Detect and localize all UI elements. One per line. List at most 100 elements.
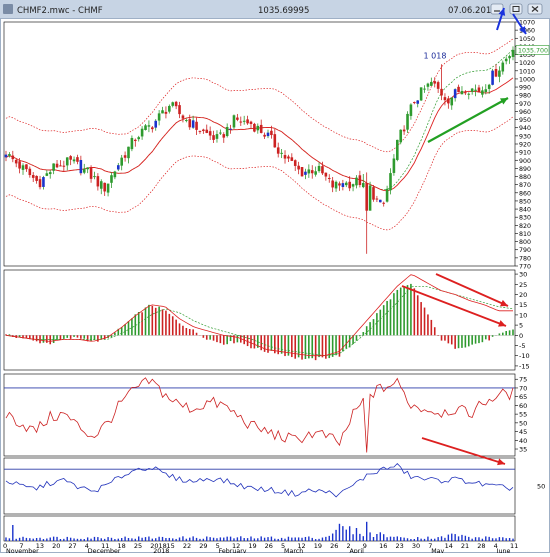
- x-month-label: April: [349, 548, 364, 553]
- candle-body: [55, 163, 59, 168]
- candle-body: [484, 89, 488, 93]
- candle-body: [348, 181, 351, 189]
- candle-body: [195, 121, 198, 130]
- candle-body: [498, 70, 501, 77]
- price-y-tick-label: 1020: [519, 60, 535, 67]
- candle-body: [423, 88, 426, 90]
- candle-body: [474, 89, 477, 91]
- candle-body: [103, 182, 106, 192]
- candle-body: [440, 88, 443, 96]
- price-y-tick-label: 860: [519, 190, 531, 197]
- candle-body: [76, 157, 79, 162]
- price-y-tick-label: 920: [519, 142, 531, 149]
- candle-body: [14, 159, 18, 164]
- price-y-tick-label: 820: [519, 223, 531, 230]
- candle-body: [120, 157, 123, 166]
- candle-body: [426, 83, 430, 87]
- candle-body: [222, 134, 226, 138]
- x-tick-label: 19: [314, 542, 322, 550]
- candle-body: [178, 105, 181, 115]
- candle-body: [501, 62, 505, 72]
- x-month-label: 2018: [153, 548, 169, 553]
- candle-body: [93, 176, 96, 178]
- candle-body: [358, 175, 362, 185]
- candle-body: [256, 125, 260, 131]
- rsi-pane: 354045505560657075: [3, 373, 527, 457]
- macd-y-tick-label: 0: [519, 332, 523, 340]
- macd-plot-area: [3, 269, 516, 371]
- candle-body: [11, 155, 15, 160]
- candle-body: [164, 111, 168, 114]
- candle-body: [321, 166, 324, 174]
- candle-body: [467, 93, 471, 95]
- candle-body: [293, 160, 297, 166]
- chart-window: CHMF2.mwc - CHMF 1035.69995 07.06.2018 7…: [0, 0, 550, 555]
- time-axis: 0 7 13 20 27 4 11 18 25 2018 15 22 29 5 12 19 26 5 12 19 26 2…: [3, 542, 518, 555]
- stoch-plot-area: [3, 457, 516, 515]
- candle-body: [396, 139, 399, 160]
- candle-body: [368, 185, 372, 211]
- stochastic-pane: 50: [3, 457, 545, 515]
- price-y-tick-label: 980: [519, 93, 531, 100]
- candle-body: [378, 199, 382, 203]
- rsi-y-tick-label: 45: [519, 428, 527, 436]
- price-y-tick-label: 790: [519, 247, 531, 254]
- candle-body: [137, 137, 141, 140]
- candle-body: [198, 130, 202, 132]
- candle-body: [232, 115, 236, 128]
- candle-body: [436, 82, 440, 89]
- x-tick-label: 14: [445, 542, 453, 550]
- x-tick-label: 25: [134, 542, 142, 550]
- candle-body: [361, 183, 365, 188]
- price-y-tick-label: 940: [519, 125, 531, 132]
- candle-body: [215, 134, 219, 139]
- chart-window-icon: [3, 4, 13, 14]
- price-y-tick-label: 950: [519, 117, 531, 124]
- maximize-button[interactable]: [509, 3, 523, 15]
- candle-body: [297, 165, 300, 170]
- candle-body: [130, 137, 134, 150]
- price-y-tick-label: 840: [519, 207, 531, 214]
- candle-body: [134, 139, 137, 142]
- candle-body: [280, 152, 283, 154]
- candle-body: [62, 165, 66, 167]
- price-y-tick-label: 970: [519, 101, 531, 108]
- candle-body: [494, 68, 498, 77]
- price-y-tick-label: 960: [519, 109, 531, 116]
- candle-body: [249, 121, 253, 124]
- candle-body: [25, 164, 28, 170]
- candle-body: [144, 125, 147, 130]
- candle-body: [447, 98, 450, 104]
- candle-body: [310, 170, 314, 174]
- macd-y-tick-label: 10: [519, 311, 527, 319]
- x-tick-label: 21: [461, 542, 469, 550]
- candle-body: [334, 181, 338, 189]
- price-y-tick-label: 780: [519, 255, 531, 262]
- candle-body: [116, 165, 120, 170]
- candle-body: [168, 105, 171, 112]
- x-tick-label: 26: [265, 542, 273, 550]
- x-tick-label: 30: [412, 542, 420, 550]
- candle-body: [504, 58, 508, 62]
- rsi-y-tick-label: 55: [519, 411, 527, 419]
- price-y-tick-label: 990: [519, 85, 531, 92]
- candle: [253, 122, 256, 133]
- candle-body: [239, 121, 243, 123]
- candle-body: [212, 135, 215, 140]
- candle-body: [151, 127, 154, 130]
- candle-body: [300, 167, 304, 177]
- candle-body: [202, 129, 205, 132]
- candle-body: [42, 177, 45, 187]
- candle-body: [477, 87, 481, 93]
- candle-body: [191, 120, 195, 128]
- candle-body: [161, 110, 164, 114]
- candle-body: [123, 155, 127, 158]
- candle-body: [52, 163, 55, 171]
- candle: [419, 87, 423, 102]
- close-button[interactable]: [527, 3, 543, 15]
- candle-body: [273, 134, 277, 148]
- candle-body: [413, 102, 416, 104]
- candle-body: [314, 171, 317, 175]
- candle-body: [351, 184, 355, 187]
- rsi-y-tick-label: 65: [519, 393, 527, 401]
